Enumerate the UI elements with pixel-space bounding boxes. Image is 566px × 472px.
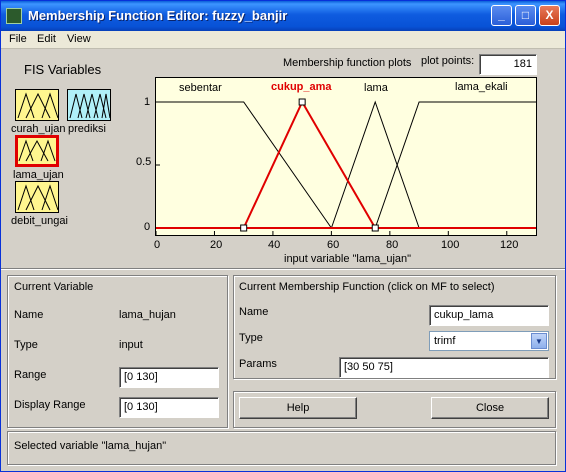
x-tick-label: 20 bbox=[210, 239, 223, 251]
mf-vertex-handle bbox=[298, 98, 306, 106]
cv-range-input[interactable]: [0 130] bbox=[119, 367, 219, 388]
cv-name-label: Name bbox=[14, 309, 44, 321]
mf-label-cukup-lama[interactable]: cukup_ama bbox=[271, 81, 332, 93]
x-tick-label: 0 bbox=[154, 239, 161, 251]
close-button[interactable]: Close bbox=[431, 397, 549, 419]
current-variable-title: Current Variable bbox=[14, 281, 94, 293]
cv-type-value: input bbox=[119, 339, 143, 351]
mf-vertex-handle bbox=[240, 224, 248, 232]
menu-file[interactable]: File bbox=[9, 33, 27, 45]
cv-display-range-label: Display Range bbox=[14, 399, 86, 411]
x-tick-label: 40 bbox=[268, 239, 281, 251]
mf-curve-lama-sekali bbox=[374, 101, 536, 229]
close-window-button[interactable]: X bbox=[539, 5, 560, 26]
mf-label-lama[interactable]: lama bbox=[364, 82, 388, 94]
cv-type-label: Type bbox=[14, 339, 38, 351]
maximize-button[interactable]: □ bbox=[515, 5, 536, 26]
y-tick-label: 0 bbox=[144, 221, 151, 233]
mf-vertex-handle bbox=[371, 224, 379, 232]
cv-name-value: lama_hujan bbox=[119, 309, 176, 321]
chevron-down-icon[interactable]: ▼ bbox=[531, 333, 547, 349]
x-tick-label: 80 bbox=[386, 239, 399, 251]
menu-edit[interactable]: Edit bbox=[37, 33, 56, 45]
mf-name-label: Name bbox=[239, 306, 269, 318]
mf-label-sebentar[interactable]: sebentar bbox=[179, 82, 222, 94]
x-tick-label: 60 bbox=[327, 239, 340, 251]
mf-name-input[interactable]: cukup_lama bbox=[429, 305, 549, 326]
title-bar[interactable]: Membership Function Editor: fuzzy_banjir… bbox=[1, 1, 565, 31]
mf-params-input[interactable]: [30 50 75] bbox=[339, 357, 549, 378]
cv-display-range-input[interactable]: [0 130] bbox=[119, 397, 219, 418]
editor-content: FIS Variables curah_ujan prediksi lama_u… bbox=[1, 49, 565, 471]
current-mf-title: Current Membership Function (click on MF… bbox=[239, 281, 495, 293]
mf-curve-lama bbox=[330, 100, 420, 229]
mf-curve-sebentar bbox=[156, 101, 332, 229]
x-tick-label: 120 bbox=[500, 239, 519, 251]
mf-editor-window: Membership Function Editor: fuzzy_banjir… bbox=[0, 0, 566, 472]
help-button[interactable]: Help bbox=[239, 397, 357, 419]
minimize-button[interactable]: _ bbox=[491, 5, 512, 26]
mf-type-value: trimf bbox=[434, 335, 456, 347]
menu-bar: File Edit View bbox=[1, 31, 565, 49]
menu-view[interactable]: View bbox=[67, 33, 91, 45]
matlab-app-icon bbox=[6, 8, 22, 24]
x-tick-label: 100 bbox=[441, 239, 460, 251]
x-axis-label: input variable "lama_ujan" bbox=[284, 253, 412, 265]
mf-type-select[interactable]: trimf ▼ bbox=[429, 331, 549, 351]
cv-range-label: Range bbox=[14, 369, 47, 381]
status-text: Selected variable "lama_hujan" bbox=[14, 440, 167, 452]
y-tick-label: 1 bbox=[144, 96, 151, 108]
y-tick-label: 0.5 bbox=[136, 156, 152, 168]
mf-type-label: Type bbox=[239, 332, 263, 344]
mf-curve-cukup-lama bbox=[242, 99, 377, 229]
window-title: Membership Function Editor: fuzzy_banjir bbox=[28, 8, 288, 23]
mf-label-lama-sekali[interactable]: lama_ekali bbox=[455, 81, 508, 93]
mf-params-label: Params bbox=[239, 358, 277, 370]
divider bbox=[1, 268, 565, 270]
